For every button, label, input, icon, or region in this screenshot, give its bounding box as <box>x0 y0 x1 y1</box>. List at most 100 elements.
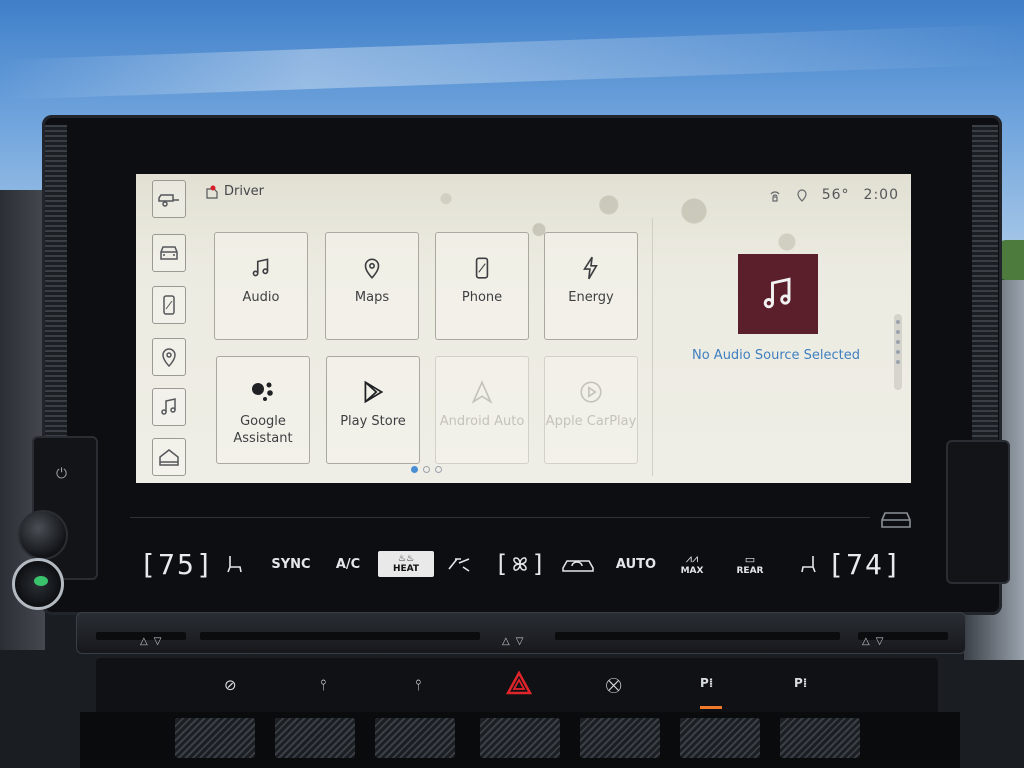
vehicle-front-icon <box>160 246 178 260</box>
rear-defrost-button[interactable]: ▭ REAR <box>728 540 772 588</box>
rear-label: REAR <box>736 565 764 576</box>
page-dot[interactable] <box>423 466 430 473</box>
traction-off-icon[interactable]: ⛒ <box>606 676 621 694</box>
widget-scroll-indicator[interactable] <box>894 314 902 390</box>
grille-cell <box>680 718 760 758</box>
driver-profile[interactable]: Driver <box>206 184 264 199</box>
climate-divider <box>130 517 870 518</box>
hazard-icon[interactable] <box>506 670 532 696</box>
vent-arrows-left[interactable]: △▽ <box>140 636 167 647</box>
passenger-temp-number: 74 <box>846 547 884 581</box>
grille-cell <box>275 718 355 758</box>
fan-icon <box>513 557 527 571</box>
seat-icon <box>801 556 816 573</box>
audio-album-art[interactable] <box>738 254 818 334</box>
location-pin-icon <box>797 189 807 202</box>
app-play-store[interactable]: Play Store <box>326 356 420 464</box>
auto-label: AUTO <box>615 556 657 572</box>
heat-button[interactable]: ♨♨ HEAT <box>376 540 436 588</box>
driver-seat-heat-button[interactable] <box>218 540 252 588</box>
passenger-seat-heat-button[interactable] <box>790 540 826 588</box>
play-store-icon <box>364 380 384 404</box>
max-defrost-button[interactable]: ⩘⩘ MAX <box>672 540 712 588</box>
volume-knob[interactable] <box>18 510 68 560</box>
app-label: Phone <box>461 290 503 305</box>
park-assist-icon[interactable]: P⁞ <box>700 676 713 690</box>
phone-icon <box>475 257 489 279</box>
driver-temp-value: [75] <box>139 547 215 581</box>
android-auto-icon <box>471 380 493 404</box>
power-icon[interactable]: ⏻ <box>56 466 67 482</box>
fan-bracket: ] <box>533 550 543 578</box>
grille-cell <box>480 718 560 758</box>
start-indicator <box>34 576 48 586</box>
heat-waves-icon: ♨♨ <box>397 554 415 564</box>
sync-button[interactable]: SYNC <box>268 540 314 588</box>
app-maps[interactable]: Maps <box>325 232 419 340</box>
sync-label: SYNC <box>271 556 311 572</box>
rear-defrost-icon: ▭ <box>744 552 756 566</box>
fan-bracket: [ <box>497 550 507 578</box>
park-assist-indicator <box>700 706 722 709</box>
fan-speed-button[interactable]: [ ] <box>488 540 552 588</box>
audio-status[interactable]: No Audio Source Selected <box>656 348 896 363</box>
app-phone[interactable]: Phone <box>435 232 529 340</box>
hill-descent-icon[interactable]: ⫯ <box>415 676 422 694</box>
home-icon <box>159 449 179 466</box>
app-audio[interactable]: Audio <box>214 232 308 340</box>
recirculation-button[interactable] <box>558 540 598 588</box>
airflow-mode-button[interactable] <box>442 540 478 588</box>
grille-cell <box>580 718 660 758</box>
defrost-icon: ⩘⩘ <box>685 552 699 565</box>
vent-slot <box>200 632 480 640</box>
driver-temp-number: 75 <box>158 547 196 581</box>
music-note-icon <box>763 277 791 309</box>
bezel-rib-left <box>45 125 67 445</box>
app-android-auto[interactable]: Android Auto <box>435 356 529 464</box>
location-pin-icon <box>162 348 176 368</box>
app-apple-carplay[interactable]: Apple CarPlay <box>544 356 638 464</box>
music-note-icon <box>161 398 176 415</box>
vent-arrows-right[interactable]: △▽ <box>862 636 889 647</box>
page-dot[interactable] <box>435 466 442 473</box>
auto-park-icon[interactable]: P⁞ <box>794 676 807 690</box>
page-dot[interactable] <box>411 466 418 473</box>
music-note-icon <box>252 258 269 277</box>
steering-heat-icon[interactable]: ⊘ <box>224 676 237 694</box>
ac-label: A/C <box>335 556 361 572</box>
rail-item-trailer[interactable] <box>152 180 186 218</box>
rail-item-vehicle[interactable] <box>152 234 186 272</box>
app-google-assistant[interactable]: Google Assistant <box>216 356 310 464</box>
truck-icon[interactable] <box>878 506 914 530</box>
grille-cell <box>175 718 255 758</box>
status-bar: 56° 2:00 <box>768 187 899 203</box>
trailer-icon <box>158 194 179 207</box>
ac-button[interactable]: A/C <box>328 540 368 588</box>
driver-temp[interactable]: [75] <box>139 540 212 588</box>
outside-temperature: 56° <box>821 187 850 203</box>
location-pin-icon <box>364 258 380 279</box>
clock: 2:00 <box>863 187 899 203</box>
airflow-mode-icon <box>448 558 470 572</box>
vent-arrows-center[interactable]: △▽ <box>502 636 529 647</box>
rail-item-audio[interactable] <box>152 388 186 426</box>
seat-icon <box>227 556 242 573</box>
rail-item-home[interactable] <box>152 438 186 476</box>
traction-mode-icon[interactable]: ⫯ <box>320 676 327 694</box>
app-energy[interactable]: Energy <box>544 232 638 340</box>
lightning-icon <box>583 256 598 280</box>
app-label: Apple CarPlay <box>545 414 637 429</box>
apple-carplay-icon <box>580 381 602 403</box>
max-label: MAX <box>680 566 704 576</box>
app-label: Play Store <box>340 414 406 429</box>
driver-profile-label: Driver <box>224 184 265 199</box>
wifi-hotspot-icon <box>770 191 780 202</box>
climate-bar: [75] SYNC A/C ♨♨ HEAT [ ] AUTO ⩘⩘ MAX ▭ … <box>130 540 910 588</box>
rail-item-phone[interactable] <box>152 286 186 324</box>
app-label: Energy <box>568 290 614 305</box>
driver-profile-icon <box>206 185 218 199</box>
rail-item-maps[interactable] <box>152 338 186 376</box>
auto-button[interactable]: AUTO <box>612 540 660 588</box>
nav-rail <box>144 178 190 478</box>
passenger-temp[interactable]: [74] <box>827 540 900 588</box>
